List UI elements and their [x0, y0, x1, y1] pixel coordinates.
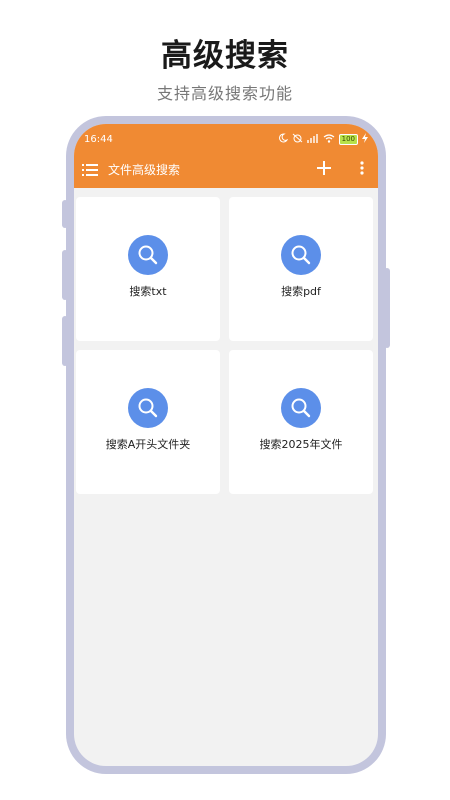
more-options-button[interactable]	[354, 158, 370, 178]
add-button[interactable]	[314, 158, 334, 178]
status-icons: 100	[278, 133, 368, 146]
search-icon	[281, 235, 321, 275]
alarm-off-icon	[292, 133, 303, 146]
search-icon	[128, 235, 168, 275]
moon-icon	[278, 133, 288, 146]
wifi-icon	[323, 133, 335, 146]
app-title: 文件高级搜索	[108, 163, 181, 177]
search-icon	[281, 388, 321, 428]
promo-subtitle: 支持高级搜索功能	[156, 84, 293, 103]
phone-screen: 16:44 100 文件高级搜索 搜索txt 搜索pdf 搜索A开头文件夹 搜索…	[74, 124, 378, 766]
promo-title: 高级搜索	[161, 38, 289, 74]
vertical-dots-icon	[360, 161, 364, 175]
search-txt-card[interactable]: 搜索txt	[76, 197, 220, 341]
search-pdf-card[interactable]: 搜索pdf	[229, 197, 373, 341]
card-label: 搜索pdf	[281, 285, 321, 298]
battery-icon: 100	[338, 134, 358, 145]
app-bar: 16:44 100 文件高级搜索	[74, 124, 378, 188]
list-menu-icon[interactable]	[82, 162, 98, 176]
card-label: 搜索txt	[129, 285, 167, 298]
card-label: 搜索2025年文件	[259, 438, 343, 451]
search-2025-files-card[interactable]: 搜索2025年文件	[229, 350, 373, 494]
signal-icon	[306, 133, 319, 146]
search-a-folder-card[interactable]: 搜索A开头文件夹	[76, 350, 220, 494]
search-icon	[128, 388, 168, 428]
plus-icon	[317, 161, 331, 175]
status-time: 16:44	[84, 134, 113, 145]
charging-icon	[362, 133, 368, 146]
card-label: 搜索A开头文件夹	[105, 438, 191, 451]
